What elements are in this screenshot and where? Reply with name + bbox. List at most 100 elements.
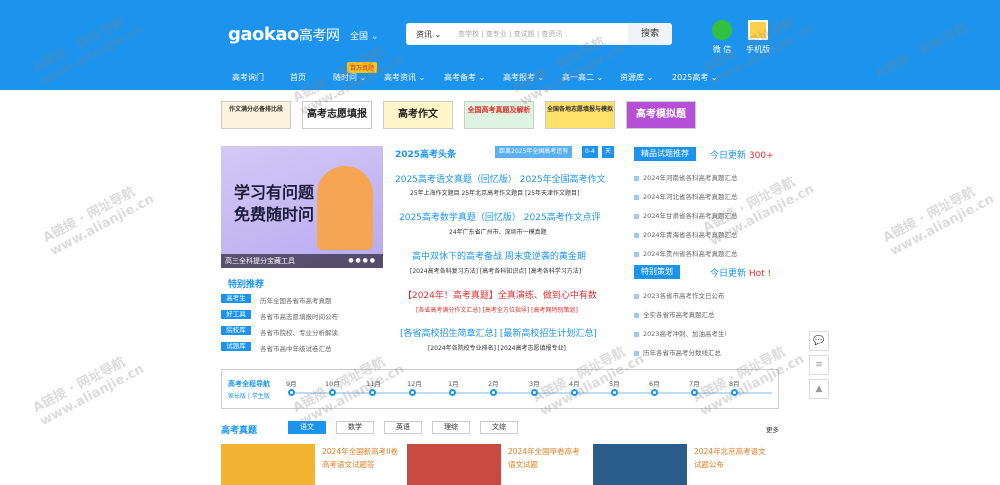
watermark-url: www.alianjie.cn xyxy=(47,191,157,260)
headline-link[interactable]: [各省高校招生简章汇总] [最新高校招生计划汇总] xyxy=(400,326,597,339)
back-to-top-icon[interactable]: ▲ xyxy=(809,379,829,399)
side-item[interactable]: 2023高考冲刺、加油高考生! xyxy=(634,328,727,338)
nav-item[interactable]: 高考询门 xyxy=(232,72,264,83)
timeline-month[interactable]: 6月 xyxy=(649,378,660,388)
headline-sub[interactable]: 25年上海作文题目 25年北京高考作文题目 [25年天津作文题目] xyxy=(410,188,579,197)
logo-text-cn: 高考网 xyxy=(298,28,340,44)
nav-item[interactable]: 随时问 ⌄ xyxy=(333,72,366,83)
timeline-dot[interactable] xyxy=(288,389,295,396)
timeline-month[interactable]: 2月 xyxy=(488,378,499,388)
side-item[interactable]: 全实各省市高考真题汇总 xyxy=(634,309,715,319)
headline-link[interactable]: 高中双休下的高考备战 周末变逆袭的黄金期 xyxy=(412,249,586,262)
nav-item[interactable]: 资源库 ⌄ xyxy=(620,72,653,83)
region-selector[interactable]: 全国 ⌄ xyxy=(350,29,378,42)
timeline-month[interactable]: 10月 xyxy=(325,378,340,388)
timeline-dot[interactable] xyxy=(490,389,497,396)
timeline-month[interactable]: 3月 xyxy=(529,378,540,388)
float-chat-icon[interactable]: 💬 xyxy=(809,331,829,351)
side-item[interactable]: 2024年青海省各科高考真题汇总 xyxy=(634,229,738,239)
headline-sub[interactable]: 24年广东省广州市、深圳市一模真题 xyxy=(449,227,547,236)
timeline-month[interactable]: 7月 xyxy=(689,378,700,388)
tab-liberal-arts[interactable]: 文综 xyxy=(480,421,518,434)
timeline-dot[interactable] xyxy=(449,389,456,396)
timeline-month[interactable]: 9月 xyxy=(286,378,297,388)
timeline-dot[interactable] xyxy=(531,389,538,396)
search-category-select[interactable]: 资讯 ⌄ xyxy=(416,29,441,40)
tab-english[interactable]: 英语 xyxy=(384,421,422,434)
timeline-dot[interactable] xyxy=(651,389,658,396)
side-item[interactable]: 2023各省市高考作文已公布 xyxy=(634,290,725,300)
watermark: A链接 · 网址导航 www.alianjie.cn xyxy=(879,175,997,259)
timeline-month[interactable]: 11月 xyxy=(366,378,381,388)
timeline-month[interactable]: 12月 xyxy=(407,378,422,388)
timeline-dot[interactable] xyxy=(409,389,416,396)
headline-sub[interactable]: [2024年各院校专业排名] [2024高考志愿填报专业] xyxy=(428,343,566,352)
headlines-title: 2025高考头条 xyxy=(395,150,457,160)
banner-mock-exams[interactable]: 高考模拟题 xyxy=(626,101,696,129)
exam-card-title[interactable]: 2024年全国甲卷高考语文试题 xyxy=(508,445,586,471)
hero-carousel[interactable]: 学习有问题 免费随时问 高三全科提分宝藏工具 ● ● ● ● xyxy=(221,146,383,268)
nav-item[interactable]: 高考报考 ⌄ xyxy=(503,72,544,83)
exam-card-title[interactable]: 2024年全国新高考II卷高考语文试题答 xyxy=(322,445,400,471)
mobile-label: 手机版 xyxy=(746,45,770,54)
nav-item[interactable]: 首页 xyxy=(290,72,306,83)
side-item[interactable]: 2024年河北省各科高考真题汇总 xyxy=(634,191,738,201)
watermark-text: A链接 · 网址导航 xyxy=(30,354,128,416)
headline-sub[interactable]: [2024高考各科复习方法] [高考各科知识点] [高考各科学习方法] xyxy=(410,266,581,275)
nav-item[interactable]: 高考资讯 ⌄ xyxy=(384,72,425,83)
wechat-link[interactable]: 微 信 xyxy=(710,20,734,55)
timeline-version-switch[interactable]: 家长版 | 学生版 xyxy=(228,391,270,400)
countdown-unit: 天 xyxy=(602,146,615,158)
timeline-dot[interactable] xyxy=(571,389,578,396)
side-item[interactable]: 2024年甘肃省各科高考真题汇总 xyxy=(634,210,738,220)
carousel-dots[interactable]: ● ● ● ● xyxy=(348,254,375,268)
headline-link[interactable]: 2025高考语文真题（回忆版） 2025年全国高考作文 xyxy=(395,172,606,185)
search-button[interactable]: 搜索 xyxy=(628,23,672,45)
side-item[interactable]: 2024年贵州省各科高考真题汇总 xyxy=(634,248,738,258)
banner-essay[interactable]: 作文满分必备排比段 xyxy=(221,101,291,129)
exam-card-image[interactable] xyxy=(221,444,315,485)
timeline-dot[interactable] xyxy=(611,389,618,396)
watermark: A链接 · 网址导航 www.alianjie.cn xyxy=(29,345,147,429)
banner-composition[interactable]: 高考作文 xyxy=(383,101,453,129)
nav-item[interactable]: 2025高考 ⌄ xyxy=(672,72,718,83)
search-input[interactable]: 查学校 | 查专业 | 查试题 | 查资讯 xyxy=(458,29,562,39)
nav-item[interactable]: 高一高二 ⌄ xyxy=(562,72,603,83)
side-item[interactable]: 历年各省市高考分数线汇总 xyxy=(634,347,721,357)
timeline-dot[interactable] xyxy=(731,389,738,396)
top-header xyxy=(0,0,1000,90)
timeline-month[interactable]: 4月 xyxy=(569,378,580,388)
mobile-link[interactable]: 手机版 xyxy=(744,20,772,55)
float-menu-icon[interactable]: ≡ xyxy=(809,355,829,375)
tab-science[interactable]: 理综 xyxy=(432,421,470,434)
tab-math[interactable]: 数学 xyxy=(336,421,374,434)
more-link[interactable]: 更多 xyxy=(766,424,779,434)
headline-link[interactable]: 2025高考数学真题（回忆版） 2025高考作文点评 xyxy=(399,210,601,223)
banner-simulation[interactable]: 全国各地志愿填报与模拟 xyxy=(545,101,615,129)
update-count: 300+ xyxy=(748,151,774,161)
feature-desc: 历年全国各省市高考真题 xyxy=(260,297,332,305)
side-item[interactable]: 2024年河南省各科高考真题汇总 xyxy=(634,172,738,182)
exam-card-image[interactable] xyxy=(593,444,687,485)
timeline-dot[interactable] xyxy=(369,389,376,396)
banner-volunteer[interactable]: 高考志愿填报 xyxy=(302,101,372,129)
watermark-text: A链接 · 网址导航 xyxy=(40,184,138,246)
banner-real-exams[interactable]: 全国高考真题及解析 xyxy=(464,101,534,129)
timeline-month[interactable]: 5月 xyxy=(609,378,620,388)
headline-sub[interactable]: [各省高考满分作文汇总] [高考全方位指导] [高考网特别策划] xyxy=(416,305,578,314)
tab-chinese[interactable]: 语文 xyxy=(288,421,326,434)
watermark: A链接 · 网址导航 www.alianjie.cn xyxy=(39,175,157,259)
side-tab-special[interactable]: 特别策划 xyxy=(634,265,680,279)
exam-card-image[interactable] xyxy=(407,444,501,485)
nav-item[interactable]: 高考备考 ⌄ xyxy=(444,72,485,83)
timeline-month[interactable]: 1月 xyxy=(448,378,459,388)
timeline-month[interactable]: 8月 xyxy=(729,378,740,388)
timeline-dot[interactable] xyxy=(691,389,698,396)
timeline-dot[interactable] xyxy=(329,389,336,396)
side-tab-exams[interactable]: 精品试题推荐 xyxy=(634,147,696,161)
hero-illustration xyxy=(317,166,373,250)
site-logo[interactable]: gaokao高考网 xyxy=(228,24,340,45)
headline-link[interactable]: 【2024年！高考真题】全真演练、做到心中有数 xyxy=(403,288,597,301)
feature-tag: 试题库 xyxy=(221,342,251,351)
exam-card-title[interactable]: 2024年北京高考语文试题公布 xyxy=(694,445,772,471)
